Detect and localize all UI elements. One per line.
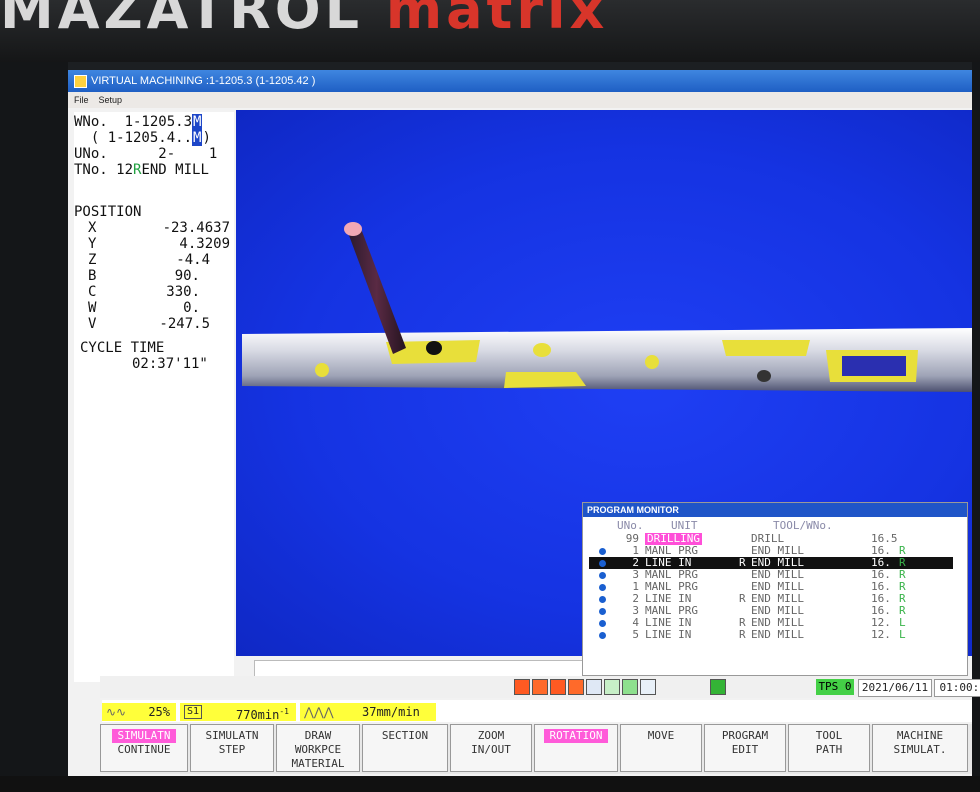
pump-icon	[622, 679, 638, 695]
wno2-line: ( 1-1205.4..M)	[90, 130, 211, 146]
position-v: V -247.5	[88, 316, 210, 332]
drill-hole	[426, 341, 442, 355]
window-titlebar: VIRTUAL MACHINING :1-1205.3 (1-1205.42 )	[68, 70, 972, 92]
hand-icon	[710, 679, 726, 695]
tps-indicator: TPS 0	[816, 679, 854, 695]
wno-flag: M	[192, 114, 203, 130]
alarm-icon	[514, 679, 530, 695]
slot-hole	[842, 356, 906, 376]
softkey-draw-workpce-material[interactable]: DRAW WORKPCE MATERIAL	[276, 724, 360, 772]
softkey-program-edit[interactable]: PROGRAM EDIT	[704, 724, 786, 772]
uno-line: UNo. 2- 1	[74, 146, 218, 162]
softkey-move[interactable]: MOVE	[620, 724, 702, 772]
program-monitor: PROGRAM MONITOR UNo. UNIT TOOL/WNo. 99 DR…	[582, 502, 968, 676]
cnc-screen: VIRTUAL MACHINING :1-1205.3 (1-1205.42 )…	[68, 70, 980, 776]
menu-file[interactable]: File	[74, 95, 89, 105]
position-b: B 90.	[88, 268, 200, 284]
tool-tip	[344, 222, 362, 236]
drill-hole	[757, 370, 771, 382]
drill-hole	[315, 363, 329, 377]
softkey-machine-simulat[interactable]: MACHINE SIMULAT.	[872, 724, 968, 772]
cut-region	[722, 340, 810, 356]
feed-icon	[550, 679, 566, 695]
wno2-flag: M	[192, 130, 203, 146]
unit-marker-icon	[599, 572, 606, 579]
brand-logo: MAZATROL matrix	[0, 0, 609, 41]
position-c: C 330.	[88, 284, 200, 300]
monitor-bezel-bottom	[0, 776, 980, 792]
position-label: POSITION	[74, 204, 142, 220]
unit-marker-icon	[599, 608, 606, 615]
unit-marker-icon	[599, 584, 606, 591]
unit-marker-icon	[599, 548, 606, 555]
feed-zigzag-icon: ⋀⋀⋀	[304, 705, 334, 719]
softkey-bar: SIMULATN CONTINUE SIMULATN STEP DRAW WORKPCE M…	[100, 724, 972, 774]
drill-hole	[645, 355, 659, 369]
cut-region	[504, 372, 586, 388]
softkey-tool-path[interactable]: TOOL PATH	[788, 724, 870, 772]
machining-info-panel: WNo. 1-1205.3M ( 1-1205.4..M) UNo. 2- 1 …	[74, 112, 234, 682]
program-row[interactable]: 5 LINE IN R END MILL 12. L	[589, 629, 953, 641]
softkey-simulatn-step[interactable]: SIMULATN STEP	[190, 724, 274, 772]
position-w: W 0.	[88, 300, 200, 316]
unit-marker-icon	[599, 596, 606, 603]
override-wave-icon: ∿∿	[106, 705, 127, 719]
softkey-rotation[interactable]: ROTATION	[534, 724, 618, 772]
unit-marker-icon	[599, 560, 606, 567]
drill-hole	[533, 343, 551, 357]
app-icon	[74, 74, 87, 88]
spindle-speed: S1 770min-1	[180, 703, 296, 722]
override-percent: ∿∿ 25%	[102, 703, 176, 721]
window-title: VIRTUAL MACHINING :1-1205.3 (1-1205.42 )	[91, 75, 316, 87]
feed-rate: ⋀⋀⋀ 37mm/min	[300, 703, 436, 721]
softkey-simulatn-continue[interactable]: SIMULATN CONTINUE	[100, 724, 188, 772]
wno-line: WNo. 1-1205.3M	[74, 114, 203, 130]
display-icon	[586, 679, 602, 695]
cycle-time-value: 02:37'11"	[132, 356, 208, 372]
menu-bar: File Setup	[68, 92, 972, 108]
softkey-zoom-in-out[interactable]: ZOOM IN/OUT	[450, 724, 532, 772]
monitor-bezel-top: MAZATROL matrix	[0, 0, 980, 62]
cycle-time-label: CYCLE TIME	[80, 340, 165, 356]
position-y: Y 4.3209	[88, 236, 230, 252]
override-readout: ∿∿ 25% S1 770min-1 ⋀⋀⋀ 37mm/min	[102, 700, 972, 722]
position-z: Z -4.4	[88, 252, 210, 268]
date-display: 2021/06/11	[858, 679, 932, 697]
coolant-icon	[604, 679, 620, 695]
time-display: 01:00:57	[934, 679, 980, 697]
position-x: X -23.4637	[88, 220, 230, 236]
unit-marker-icon	[599, 620, 606, 627]
waveform-icon	[640, 679, 656, 695]
status-bar: TPS 0 2021/06/11 01:00:57	[100, 676, 980, 698]
menu-setup[interactable]: Setup	[99, 95, 123, 105]
monitor-bezel-left	[0, 62, 68, 792]
softkey-section[interactable]: SECTION	[362, 724, 448, 772]
reset-icon	[568, 679, 584, 695]
unit-marker-icon	[599, 632, 606, 639]
program-monitor-title: PROGRAM MONITOR	[583, 503, 967, 517]
program-monitor-columns: UNo. UNIT TOOL/WNo.	[617, 519, 833, 532]
tno-line: TNo. 12REND MILL	[74, 162, 209, 178]
tool-icon	[532, 679, 548, 695]
